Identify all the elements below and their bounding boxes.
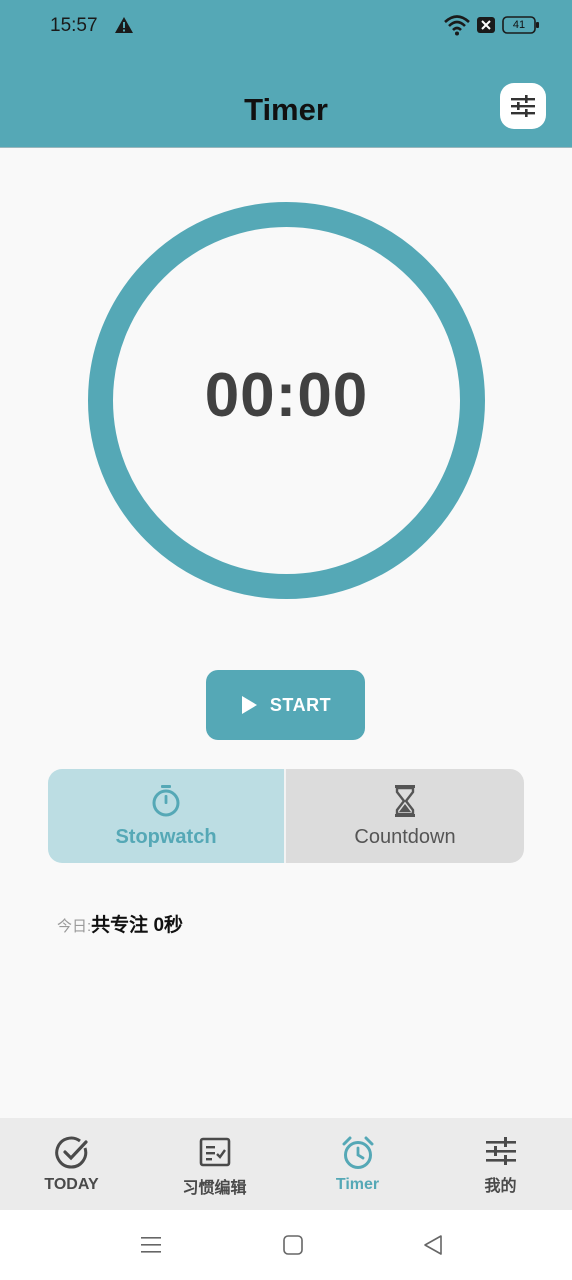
bottom-nav: TODAY 习惯编辑 Timer 我的 [0, 1118, 572, 1210]
tab-stopwatch[interactable]: Stopwatch [48, 769, 286, 863]
timer-display: 00:00 [204, 361, 369, 430]
nav-item-mine[interactable]: 我的 [429, 1118, 572, 1210]
nav-item-timer[interactable]: Timer [286, 1118, 429, 1210]
hourglass-icon [395, 784, 415, 817]
countdown-label: Countdown [354, 825, 456, 848]
nav-label-timer: Timer [335, 1176, 380, 1193]
battery-indicator: 41 [502, 16, 540, 34]
play-icon [241, 696, 257, 714]
start-button-label: START [269, 694, 332, 715]
stopwatch-icon [152, 784, 180, 816]
nav-item-today[interactable]: TODAY [0, 1118, 143, 1210]
sliders-icon [485, 1137, 516, 1165]
checklist-icon [199, 1137, 230, 1167]
sim-blocked-icon [477, 17, 495, 33]
today-focus-total: 共专注 0秒 [91, 915, 184, 936]
wifi-icon [444, 15, 470, 36]
back-icon[interactable] [422, 1234, 444, 1256]
mode-toggle: Stopwatch Countdown [48, 769, 524, 863]
nav-label-mine: 我的 [484, 1178, 517, 1195]
today-prefix: 今日: [57, 918, 92, 935]
start-button[interactable]: START [206, 670, 365, 740]
settings-button[interactable] [500, 83, 546, 129]
battery-level: 41 [512, 19, 526, 31]
warning-icon [115, 17, 133, 33]
system-nav-bar [0, 1210, 572, 1280]
status-bar: 15:57 41 [0, 0, 572, 52]
alarm-clock-icon [342, 1136, 373, 1169]
page-title: Timer [244, 92, 328, 127]
tab-countdown[interactable]: Countdown [286, 769, 524, 863]
status-time: 15:57 [50, 15, 98, 36]
today-summary: 今日: 共专注 0秒 [57, 910, 183, 937]
home-icon[interactable] [282, 1234, 304, 1256]
header: 15:57 41 Timer [0, 0, 572, 148]
sliders-icon [511, 95, 535, 117]
check-circle-icon [54, 1136, 88, 1169]
nav-item-habit-edit[interactable]: 习惯编辑 [143, 1118, 286, 1210]
menu-icon[interactable] [140, 1234, 162, 1256]
nav-label-habit-edit: 习惯编辑 [182, 1180, 247, 1197]
stopwatch-label: Stopwatch [115, 825, 217, 848]
app-root: 15:57 41 Timer 00:00 START Stopwatch Cou… [0, 0, 572, 1280]
nav-label-today: TODAY [44, 1176, 99, 1193]
